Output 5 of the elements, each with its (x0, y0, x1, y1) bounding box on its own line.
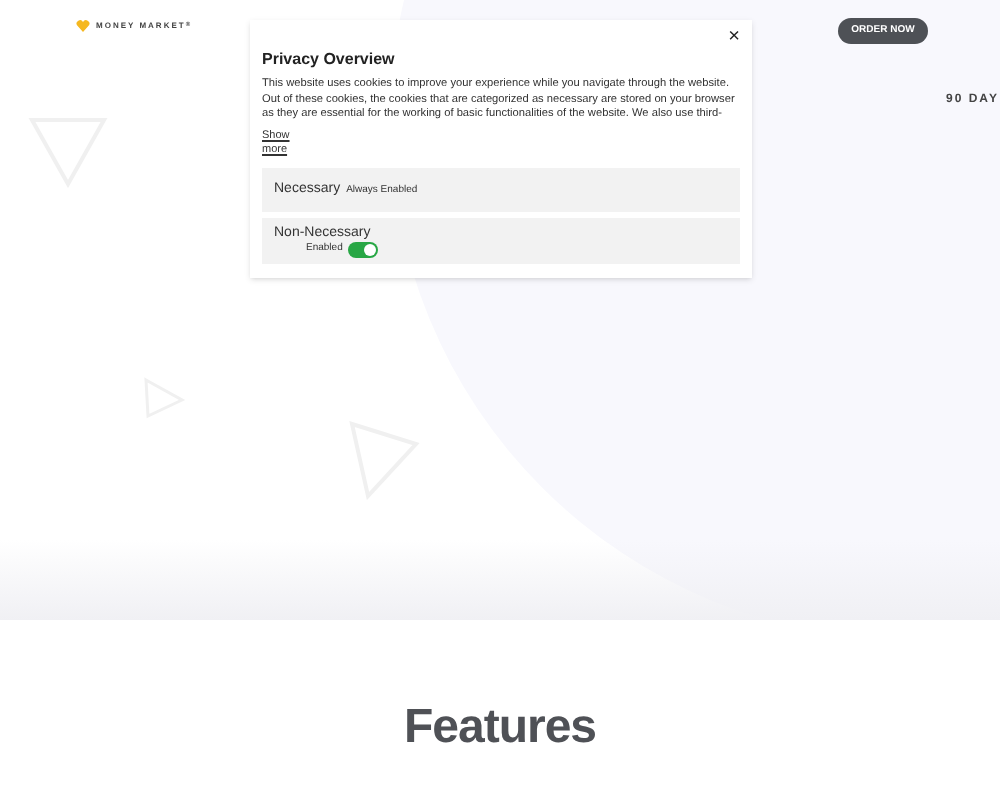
toggle-switch[interactable] (348, 242, 379, 258)
section-title: Features (403, 698, 597, 758)
dialog-title: Privacy Overview (262, 48, 397, 72)
heart-icon (76, 20, 90, 32)
close-button[interactable]: × (728, 28, 740, 48)
